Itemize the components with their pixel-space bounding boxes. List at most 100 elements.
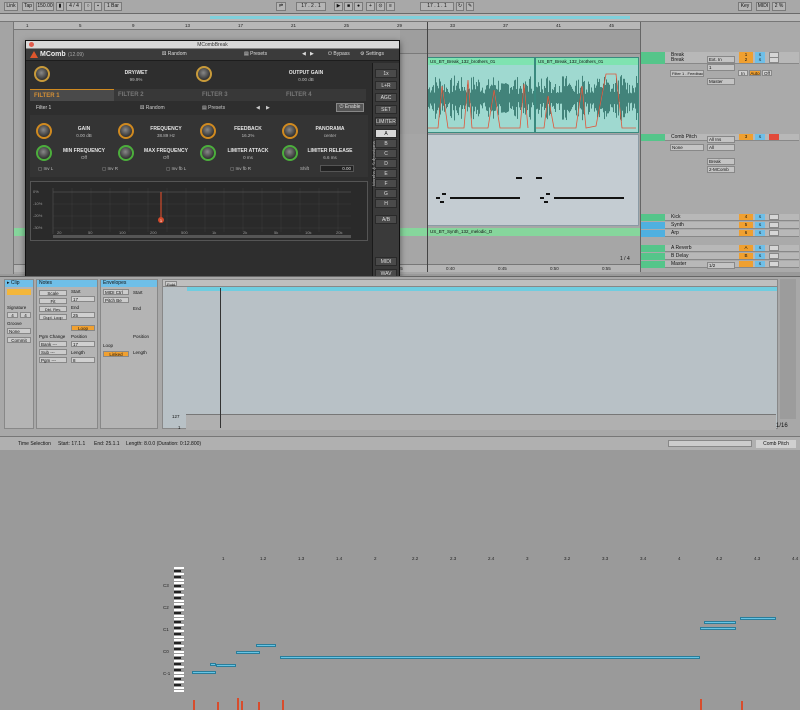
monitor-auto[interactable]: Auto xyxy=(749,70,761,76)
min-frequency-knob[interactable] xyxy=(36,145,52,161)
dry-wet-knob[interactable] xyxy=(34,66,50,82)
midi-note[interactable] xyxy=(192,671,216,674)
start-field[interactable]: 17 xyxy=(71,296,95,302)
side-button-c[interactable]: C xyxy=(375,149,397,158)
feedback-knob[interactable] xyxy=(200,123,216,139)
double-reverse-button[interactable]: Dbl. Rev. xyxy=(39,306,67,312)
arm-button[interactable] xyxy=(769,230,779,236)
next-preset-icon[interactable]: ▶ xyxy=(310,51,314,57)
fit-button[interactable]: Fit xyxy=(39,298,67,304)
tab-filter-3[interactable]: FILTER 3 xyxy=(198,89,282,101)
midi-note[interactable] xyxy=(740,617,776,620)
track-number[interactable]: 3 xyxy=(739,134,753,140)
midi-note[interactable] xyxy=(256,644,276,647)
comb-channel[interactable]: All Channels xyxy=(707,144,735,151)
comb-output[interactable]: Break xyxy=(707,158,735,165)
input-type-1[interactable]: Ext. In xyxy=(707,56,735,63)
key-button[interactable]: Key xyxy=(738,2,752,11)
tap-button[interactable]: Tap xyxy=(22,2,34,11)
linked-toggle[interactable]: Linked xyxy=(103,351,129,357)
monitor-off[interactable]: Off xyxy=(762,70,772,76)
filter-presets-button[interactable]: ▤ Presets xyxy=(202,105,225,111)
side-button-g[interactable]: G xyxy=(375,189,397,198)
midi-note[interactable] xyxy=(700,627,736,630)
envelope-device-select[interactable]: MIDI Ctrl xyxy=(103,289,129,295)
track-header[interactable]: Kick 4 S xyxy=(641,214,799,221)
side-button-limiter[interactable]: LIMITER xyxy=(375,117,397,126)
track-number[interactable]: 6 xyxy=(739,230,753,236)
inv-r-checkbox[interactable]: ▢ Inv R xyxy=(102,166,118,172)
filter-random-button[interactable]: ⚄ Random xyxy=(140,105,165,111)
side-button-f[interactable]: F xyxy=(375,179,397,188)
solo-button[interactable]: S xyxy=(755,214,765,220)
presets-button[interactable]: ▤ Presets xyxy=(244,51,267,57)
output-gain-knob[interactable] xyxy=(196,66,212,82)
arm-button[interactable] xyxy=(769,261,779,267)
envelope-control-select[interactable]: Pitch Be xyxy=(103,297,129,303)
beat-ruler[interactable] xyxy=(14,22,640,30)
gain-knob[interactable] xyxy=(36,123,52,139)
loop-toggle[interactable]: Loop xyxy=(71,325,95,331)
track-number[interactable]: 2 xyxy=(739,57,753,63)
solo-button[interactable]: S xyxy=(755,253,765,259)
bar-icon[interactable]: ▪ xyxy=(94,2,102,11)
tab-filter-4[interactable]: FILTER 4 xyxy=(282,89,366,101)
bank-field[interactable]: Bank --- xyxy=(39,341,67,347)
comb-none[interactable]: None xyxy=(670,144,704,151)
audio-clip-2[interactable]: US_BT_Break_132_brothers_01 xyxy=(535,57,639,133)
side-button-e[interactable]: E xyxy=(375,169,397,178)
enable-button[interactable]: ⏻ Enable xyxy=(336,103,364,112)
automation-arm-icon[interactable]: ⊙ xyxy=(376,2,385,11)
record-button[interactable]: ● xyxy=(354,2,363,11)
velocity-bar[interactable] xyxy=(237,698,239,710)
solo-button[interactable]: S xyxy=(755,222,765,228)
arrangement-overview[interactable] xyxy=(0,14,800,22)
panorama-knob[interactable] xyxy=(282,123,298,139)
settings-button[interactable]: ⚙ Settings xyxy=(360,51,384,57)
inv-fb-l-checkbox[interactable]: ▢ Inv fb L xyxy=(166,166,186,172)
track-header[interactable]: B Delay B S xyxy=(641,253,799,260)
solo-button[interactable]: S xyxy=(755,230,765,236)
sig-numerator[interactable]: 4 xyxy=(7,312,18,318)
midi-clip-comb-pitch[interactable] xyxy=(427,134,639,226)
quantize-menu[interactable]: 1 Bar xyxy=(104,2,122,11)
close-icon[interactable] xyxy=(29,42,34,47)
side-button-set[interactable]: SET xyxy=(375,105,397,114)
track-number[interactable]: B xyxy=(739,253,753,259)
frequency-graph[interactable]: 1 0% -10% -20% -30% 20 50 100 200 500 1k 2k 5k 10k 20… xyxy=(30,181,368,241)
record-arm-active[interactable] xyxy=(769,134,779,140)
draw-mode-icon[interactable]: ✎ xyxy=(466,2,474,11)
velocity-bar[interactable] xyxy=(241,701,243,710)
clip-view-scroll[interactable] xyxy=(780,279,796,419)
track-header[interactable]: A Reverb A S xyxy=(641,245,799,252)
velocity-bar[interactable] xyxy=(700,699,702,710)
master-output[interactable]: 1/2 xyxy=(707,262,735,269)
side-button-agc[interactable]: AGC xyxy=(375,93,397,102)
track-header[interactable]: Arp 6 S xyxy=(641,230,799,237)
comb-input[interactable]: All Ins xyxy=(707,136,735,143)
track-number[interactable]: 5 xyxy=(739,222,753,228)
bypass-button[interactable]: ⏻ Bypass xyxy=(328,51,350,57)
length-field[interactable]: 8 xyxy=(71,357,95,363)
velocity-bar[interactable] xyxy=(741,701,743,710)
envelopes-tab[interactable]: Envelopes xyxy=(101,280,157,287)
prev-preset-icon[interactable]: ◀ xyxy=(302,51,306,57)
arm-button[interactable] xyxy=(769,57,779,63)
midi-note[interactable] xyxy=(236,651,260,654)
clip-color[interactable] xyxy=(7,289,31,295)
arm-button[interactable] xyxy=(769,253,779,259)
velocity-bar[interactable] xyxy=(282,700,284,710)
midi-note[interactable] xyxy=(210,663,216,666)
solo-button[interactable]: S xyxy=(755,245,765,251)
limiter-attack-knob[interactable] xyxy=(200,145,216,161)
side-button-1x[interactable]: 1x xyxy=(375,69,397,78)
piano-roll[interactable]: Fold xyxy=(162,279,778,429)
solo-button[interactable]: S xyxy=(755,57,765,63)
midi-note[interactable] xyxy=(704,621,736,624)
note-ruler[interactable] xyxy=(163,280,777,287)
follow-icon[interactable]: ○ xyxy=(84,2,92,11)
clip-tab[interactable]: ▸ Clip xyxy=(5,280,33,287)
tempo-field[interactable]: 150.00 xyxy=(36,2,54,11)
side-button-b[interactable]: B xyxy=(375,139,397,148)
midi-note[interactable] xyxy=(280,656,700,659)
